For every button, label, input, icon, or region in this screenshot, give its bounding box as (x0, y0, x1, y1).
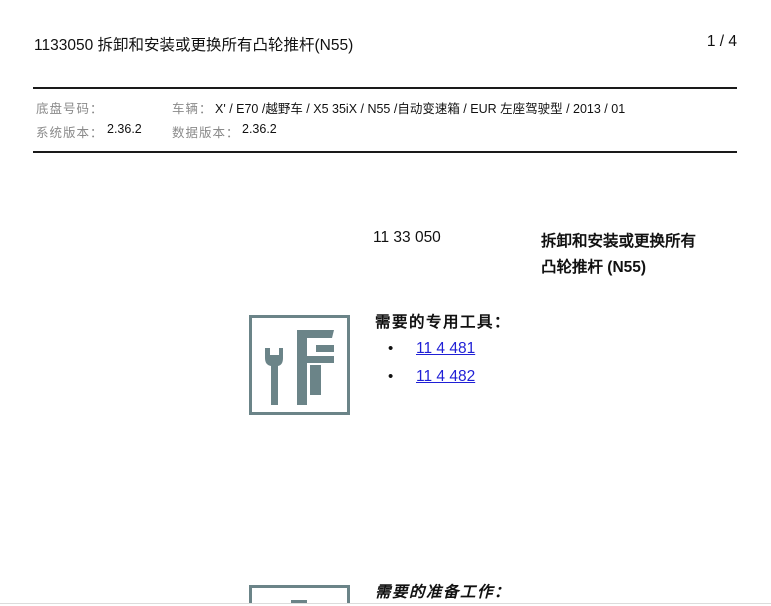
wrench-caliper-icon (265, 330, 334, 405)
header-divider (33, 87, 737, 89)
data-version-value: 2.36.2 (242, 122, 277, 136)
vehicle-value: X' / E70 /越野车 / X5 35iX / N55 /自动变速箱 / E… (215, 102, 626, 116)
data-version-label: 数据版本： (172, 126, 240, 140)
list-bullet: • (388, 340, 394, 357)
document-title: 1133050 拆卸和安装或更换所有凸轮推杆(N55) (34, 37, 354, 54)
vehicle-label: 车辆： (172, 102, 213, 116)
procedure-title-line-1: 拆卸和安装或更换所有 (541, 233, 697, 250)
procedure-code: 11 33 050 (373, 229, 441, 246)
procedure-title-line-2: 凸轮推杆 (N55) (541, 259, 647, 276)
special-tool-link[interactable]: 11 4 482 (416, 368, 475, 386)
system-version-value: 2.36.2 (107, 122, 142, 136)
preparation-icon-graphic (291, 600, 307, 603)
list-bullet: • (388, 368, 394, 385)
preparation-heading: 需要的准备工作： (375, 584, 512, 601)
page-indicator: 1 / 4 (706, 33, 737, 50)
special-tool-link[interactable]: 11 4 481 (416, 340, 475, 358)
special-tools-heading: 需要的专用工具： (375, 314, 512, 331)
preparation-work-icon (249, 585, 350, 603)
info-divider (33, 151, 737, 153)
system-version-label: 系统版本： (36, 126, 104, 140)
page-edge-line (0, 603, 771, 604)
chassis-number-label: 底盘号码： (36, 102, 104, 116)
special-tools-icon (249, 315, 350, 415)
